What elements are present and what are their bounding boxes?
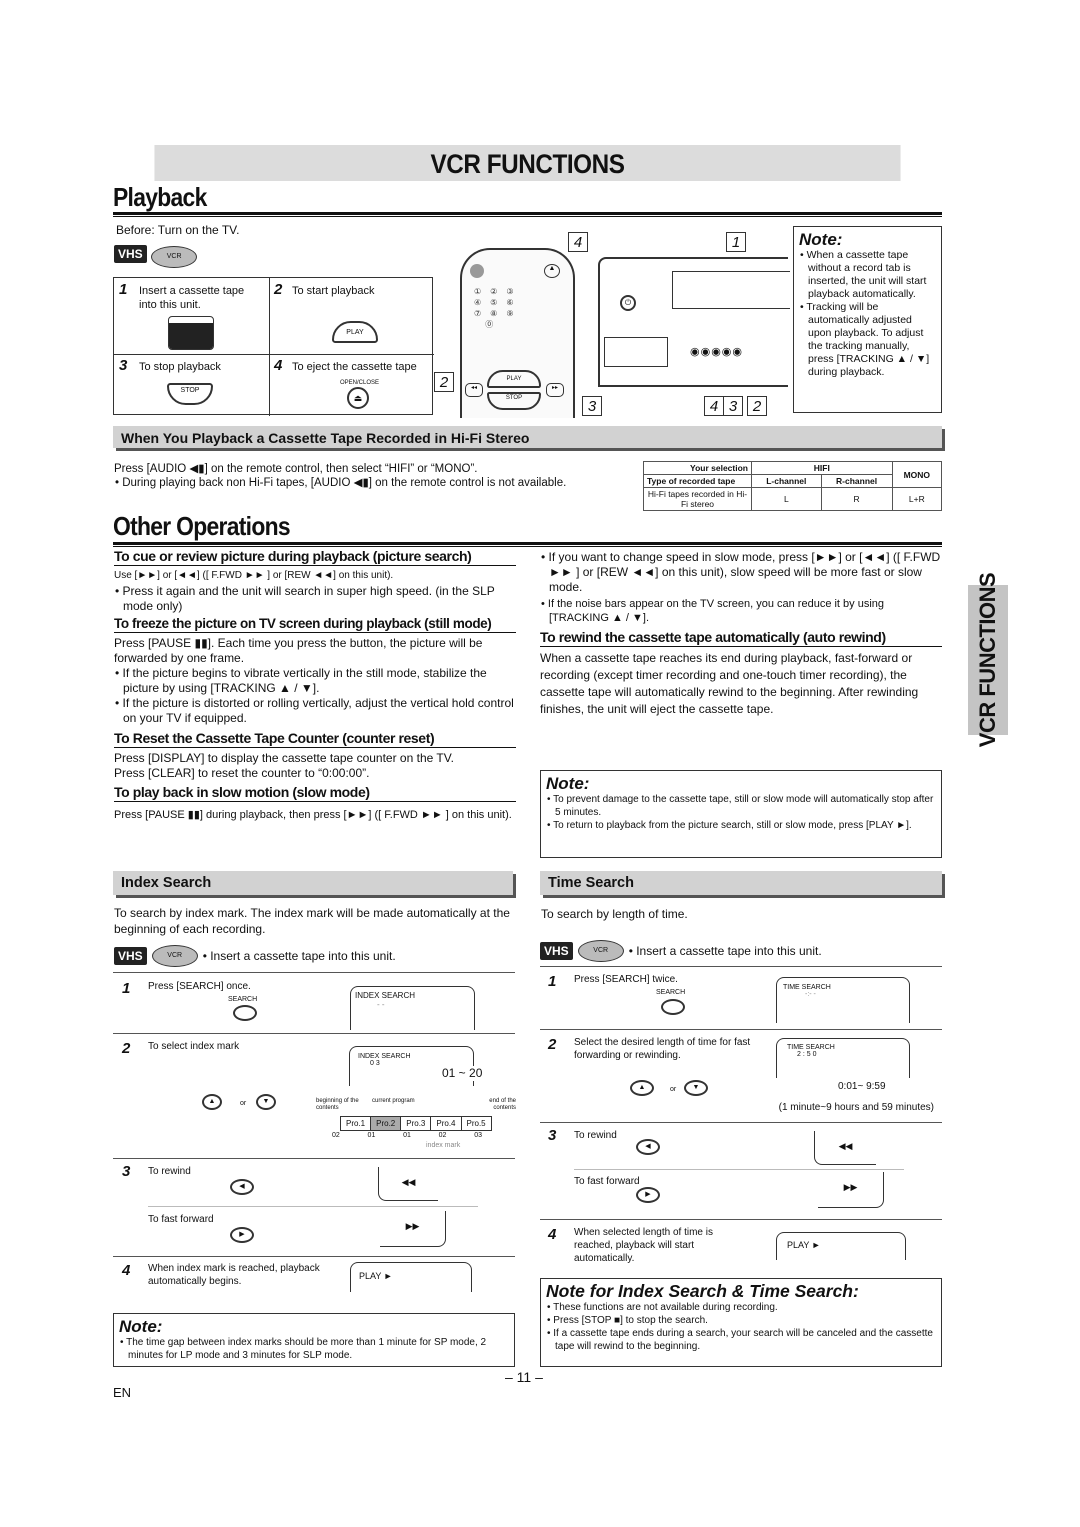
- playback-steps-grid: 1 Insert a cassette tape into this unit.…: [113, 277, 434, 416]
- hifi-table: Your selection HIFI MONO Type of recorde…: [643, 461, 943, 511]
- time-play-lcd: PLAY ►: [776, 1232, 906, 1260]
- stop-button[interactable]: STOP: [167, 383, 213, 405]
- callout-3: 3: [582, 396, 602, 416]
- other-note: Note: • To prevent damage to the cassett…: [540, 770, 942, 858]
- time-range-note: (1 minute~9 hours and 59 minutes): [778, 1102, 934, 1113]
- page-number: – 11 –: [505, 1369, 543, 1385]
- search-note: Note for Index Search & Time Search: • T…: [540, 1278, 942, 1367]
- index-step-2: 2 To select index mark ▲ or ▼ INDEX SEAR…: [122, 1040, 516, 1149]
- vcr-badge: VCR: [577, 940, 624, 962]
- time-step-2: 2 Select the desired length of time for …: [548, 1036, 934, 1113]
- ffwd-button[interactable]: ▶: [230, 1227, 254, 1243]
- hifi-heading: When You Playback a Cassette Tape Record…: [113, 426, 942, 448]
- down-button[interactable]: ▼: [256, 1094, 276, 1110]
- rewind-button[interactable]: ◀: [636, 1139, 660, 1155]
- rewind-lcd: ◀◀: [814, 1131, 876, 1165]
- title-rule: [113, 212, 942, 217]
- eject-button[interactable]: ⏏: [347, 387, 369, 409]
- time-step-3: 3 To rewind ◀ ◀◀ To fast forward ▶ ▶▶: [546, 1127, 941, 1217]
- remote-ffwd-button[interactable]: ▸▸: [546, 383, 564, 397]
- index-step-3: 3 To rewind ◀ ◀◀ To fast forward ▶ ▶▶: [120, 1163, 515, 1258]
- remote-control-illustration: ▲ ①②③ ④⑤⑥ ⑦⑧⑨ ⓪ PLAY STOP ◂◂ ▸▸: [460, 248, 575, 418]
- av-input-panel: [604, 337, 668, 367]
- callouts-432: 4 3 2: [704, 396, 767, 416]
- search-button[interactable]: [233, 1005, 257, 1021]
- down-button[interactable]: ▼: [684, 1080, 708, 1096]
- media-badges: VHS VCR: [114, 245, 198, 268]
- other-left-column: To cue or review picture during playback…: [114, 548, 516, 823]
- other-rule: [113, 542, 942, 547]
- language-code: EN: [113, 1385, 132, 1400]
- other-operations-title: Other Operations: [113, 511, 291, 541]
- remote-rew-button[interactable]: ◂◂: [465, 383, 483, 397]
- power-icon[interactable]: ⏻: [620, 295, 636, 311]
- ffwd-lcd: ▶▶: [818, 1172, 884, 1208]
- ffwd-lcd: ▶▶: [380, 1211, 446, 1247]
- index-marks: 02 01 01 02 03: [332, 1132, 482, 1139]
- index-search-heading: Index Search: [113, 871, 513, 895]
- time-insert-row: VHS VCR • Insert a cassette tape into th…: [540, 940, 822, 962]
- index-range: 01 ~ 20: [442, 1066, 483, 1081]
- index-play-lcd: PLAY ►: [350, 1262, 472, 1292]
- time-lcd-1: TIME SEARCH -:- -: [776, 977, 910, 1023]
- playback-note: Note: • When a cassette tape without a r…: [793, 226, 942, 413]
- cassette-icon: [168, 316, 214, 350]
- playback-title: Playback: [113, 182, 207, 212]
- ffwd-button[interactable]: ▶: [636, 1187, 660, 1203]
- callout-2: 2: [434, 372, 454, 392]
- up-button[interactable]: ▲: [202, 1094, 222, 1110]
- remote-play-button[interactable]: PLAY: [487, 370, 541, 388]
- vhs-badge: VHS: [540, 942, 573, 960]
- index-lcd-1: INDEX SEARCH - -: [350, 986, 475, 1030]
- time-lcd-2: TIME SEARCH 2 : 5 0: [776, 1038, 910, 1078]
- section-banner: VCR FUNCTIONS: [154, 145, 901, 181]
- time-step-1: 1 Press [SEARCH] twice. SEARCH TIME SEAR…: [546, 973, 941, 1028]
- number-keys[interactable]: ①②③ ④⑤⑥ ⑦⑧⑨ ⓪: [474, 286, 554, 330]
- time-search-heading: Time Search: [540, 871, 942, 895]
- vcr-unit-illustration: ⏻ ◉◉◉◉◉: [598, 257, 790, 387]
- time-intro: To search by length of time.: [541, 907, 688, 921]
- index-insert-row: VHS VCR • Insert a cassette tape into th…: [114, 945, 396, 967]
- remote-stop-button[interactable]: STOP: [487, 392, 541, 410]
- before-text: Before: Turn on the TV.: [116, 223, 240, 237]
- other-right-column: • If you want to change speed in slow mo…: [540, 550, 942, 716]
- hifi-text: Press [AUDIO ◀▮] on the remote control, …: [114, 463, 567, 489]
- search-button[interactable]: [661, 999, 685, 1015]
- unit-transport-buttons[interactable]: ◉◉◉◉◉: [690, 345, 743, 358]
- index-step-4: 4 When index mark is reached, playback a…: [120, 1262, 515, 1302]
- play-button[interactable]: PLAY: [332, 321, 378, 343]
- program-strip: Pro.1 Pro.2 Pro.3 Pro.4 Pro.5: [339, 1116, 492, 1131]
- index-intro: To search by index mark. The index mark …: [114, 906, 510, 936]
- vcr-badge: VCR: [151, 945, 198, 967]
- side-tab: VCR FUNCTIONS: [968, 573, 1008, 747]
- index-note: Note: • The time gap between index marks…: [113, 1313, 515, 1367]
- up-button[interactable]: ▲: [630, 1080, 654, 1096]
- rewind-lcd: ◀◀: [378, 1167, 438, 1201]
- rewind-button[interactable]: ◀: [230, 1179, 254, 1195]
- callout-4: 4: [568, 232, 588, 252]
- cassette-slot: [672, 271, 790, 309]
- standby-button[interactable]: [470, 264, 484, 278]
- index-step-1: 1 Press [SEARCH] once. SEARCH INDEX SEAR…: [120, 980, 515, 1030]
- vcr-badge: VCR: [151, 246, 198, 268]
- time-range: 0:01~ 9:59: [838, 1081, 886, 1092]
- remote-open-close-button[interactable]: ▲: [544, 264, 560, 278]
- vhs-badge: VHS: [114, 245, 147, 263]
- vhs-badge: VHS: [114, 947, 147, 965]
- time-step-4: 4 When selected length of time is reache…: [546, 1226, 941, 1274]
- callout-1: 1: [726, 232, 746, 252]
